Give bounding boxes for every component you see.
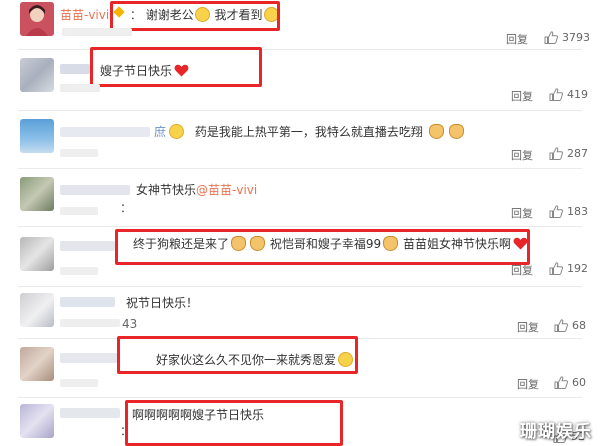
cat-emoji: [428, 124, 444, 139]
highlight-box: [90, 47, 262, 87]
like-count: 183: [567, 205, 588, 218]
comment-row: 苗苗-vivi ： 谢谢老公 我才看到 回复 3793: [0, 0, 600, 50]
like-count: 60: [572, 376, 586, 389]
username-link[interactable]: 苗苗-vivi: [60, 8, 109, 22]
comment-prefix: ：: [120, 201, 133, 215]
blurred-timestamp: [62, 28, 132, 36]
reply-button[interactable]: 回复: [511, 147, 533, 163]
comment-row: 好家伙这么久不见你一来就秀恩爱 回复 60: [0, 336, 600, 395]
reply-button[interactable]: 回复: [517, 319, 539, 335]
blurred-username: [60, 408, 120, 418]
avatar[interactable]: [20, 293, 54, 327]
comment-text: 女神节快乐@苗苗-vivi: [136, 181, 257, 199]
avatar[interactable]: [20, 2, 54, 36]
blurred-username: [60, 297, 115, 307]
comment-row: 女神节快乐@苗苗-vivi ： 回复 183: [0, 169, 600, 225]
avatar[interactable]: [20, 237, 54, 271]
blurred-timestamp: [60, 267, 98, 275]
blurred-username: [60, 241, 115, 251]
blurred-timestamp: [60, 319, 120, 327]
comment-text: 庶 药是我能上热平第一，我特么就直播去吃翔: [154, 123, 465, 141]
thumb-up-icon[interactable]: [544, 31, 558, 44]
watermark-text: 珊瑚娱乐: [520, 422, 592, 442]
reply-button[interactable]: 回复: [506, 31, 528, 47]
smile-emoji: [169, 124, 185, 139]
avatar[interactable]: [20, 177, 54, 211]
highlight-box: [117, 336, 358, 374]
comment-body: 女神节快乐: [136, 183, 197, 197]
blurred-username: [60, 185, 130, 195]
thumb-up-icon[interactable]: [549, 147, 563, 160]
comment-row: 庶 药是我能上热平第一，我特么就直播去吃翔 回复 287: [0, 111, 600, 167]
comment-row: 嫂子节日快乐 回复 419: [0, 47, 600, 106]
blurred-timestamp: [60, 149, 98, 157]
blurred-timestamp: [60, 379, 98, 387]
avatar[interactable]: [20, 404, 54, 438]
reply-button[interactable]: 回复: [511, 88, 533, 104]
comment-subcount: 43: [122, 317, 138, 331]
highlight-box: [125, 400, 343, 446]
like-count: 68: [572, 319, 586, 332]
avatar-photo: [20, 2, 54, 36]
mention-link[interactable]: @苗苗-vivi: [196, 183, 257, 197]
blurred-username: [60, 353, 120, 363]
like-count: 192: [567, 262, 588, 275]
username-link[interactable]: 庶: [154, 125, 166, 139]
thumb-up-icon[interactable]: [549, 205, 563, 218]
thumb-up-icon[interactable]: [554, 319, 568, 332]
blurred-timestamp: [60, 84, 100, 92]
comment-body: 药是我能上热平第一，我特么就直播去吃翔: [194, 125, 423, 139]
reply-button[interactable]: 回复: [511, 262, 533, 278]
blurred-username: [60, 127, 150, 137]
highlight-box: [110, 1, 280, 31]
comment-row: 祝节日快乐！ 43 回复 68: [0, 287, 600, 337]
reply-button[interactable]: 回复: [511, 205, 533, 221]
comment-row: 啊啊啊啊啊嫂子节日快乐 ： 52: [0, 398, 600, 446]
comment-row: 终于狗粮还是来了 祝恺哥和嫂子幸福99 苗苗姐女神节快乐啊 回复 192: [0, 227, 600, 285]
cat-emoji: [448, 124, 464, 139]
avatar[interactable]: [20, 58, 54, 92]
blurred-username: [60, 64, 90, 74]
avatar[interactable]: [20, 119, 54, 153]
comment-text: 祝节日快乐！: [126, 294, 198, 312]
like-count: 419: [567, 88, 588, 101]
comment-body: 祝节日快乐！: [126, 296, 199, 310]
thumb-up-icon[interactable]: [549, 262, 563, 275]
thumb-up-icon[interactable]: [549, 88, 563, 101]
reply-button[interactable]: 回复: [517, 376, 539, 392]
blurred-timestamp: [60, 207, 98, 215]
avatar[interactable]: [20, 347, 54, 381]
like-count: 3793: [562, 31, 590, 44]
highlight-box: [115, 229, 530, 265]
thumb-up-icon[interactable]: [554, 376, 568, 389]
like-count: 287: [567, 147, 588, 160]
